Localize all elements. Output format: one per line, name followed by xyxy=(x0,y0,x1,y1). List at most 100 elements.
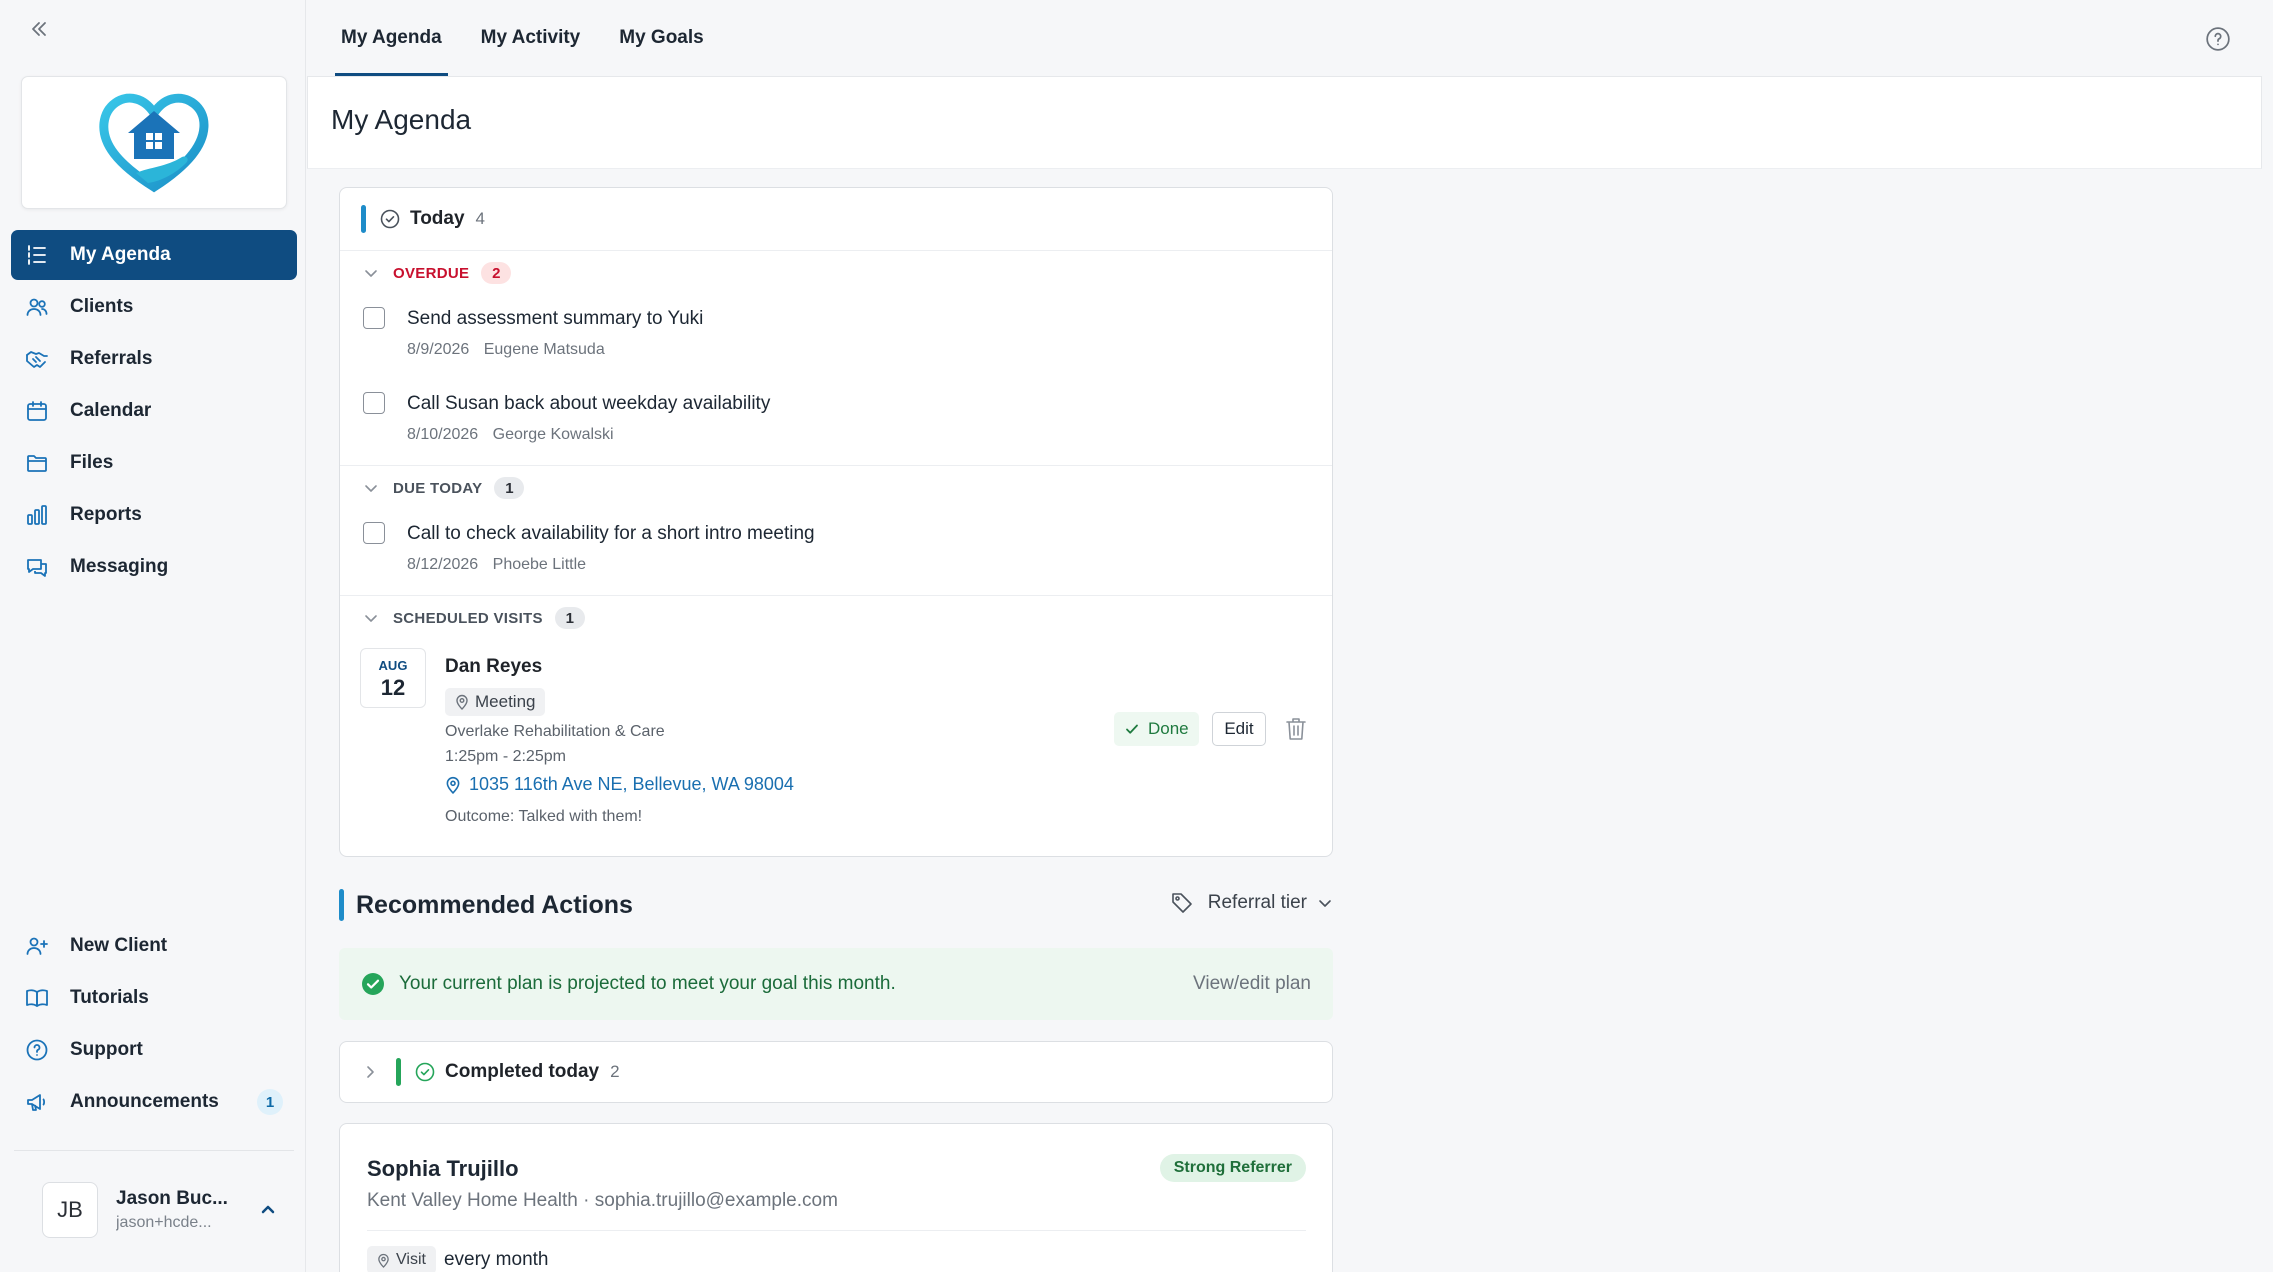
referrer-name[interactable]: Sophia Trujillo xyxy=(367,1156,519,1182)
chevron-right-icon xyxy=(362,1064,378,1080)
chevron-up-icon[interactable] xyxy=(260,1202,276,1218)
user-name: Jason Buc... xyxy=(116,1188,228,1209)
task-title[interactable]: Send assessment summary to Yuki xyxy=(407,308,703,330)
location-pin-icon xyxy=(445,776,469,794)
tab-my-goals[interactable]: My Goals xyxy=(619,0,703,76)
visit-type-tag: Meeting xyxy=(445,688,546,716)
plan-status-banner: Your current plan is projected to meet y… xyxy=(339,948,1333,1020)
referral-tier-label: Referral tier xyxy=(1207,892,1307,913)
task-item: Call to check availability for a short i… xyxy=(340,510,1332,595)
accent-bar xyxy=(361,205,366,233)
main-nav: My Agenda Clients Referrals Calendar Fil… xyxy=(11,230,297,594)
edit-button[interactable]: Edit xyxy=(1212,712,1266,746)
visit-address: 1035 116th Ave NE, Bellevue, WA 98004 xyxy=(469,774,794,794)
location-pin-icon xyxy=(455,694,475,710)
user-plus-icon xyxy=(23,932,51,960)
task-meta: 8/12/2026 Phoebe Little xyxy=(407,556,586,574)
visit-name[interactable]: Dan Reyes xyxy=(445,656,542,678)
user-email: jason+hcde... xyxy=(116,1214,212,1231)
folder-icon xyxy=(23,449,51,477)
location-pin-icon xyxy=(377,1253,396,1268)
visit-month: AUG xyxy=(378,658,408,673)
nav-label: Clients xyxy=(70,296,134,317)
task-date: 8/10/2026 xyxy=(407,426,479,443)
referrer-visit-recommendation: Visit every month xyxy=(367,1246,548,1272)
today-header: Today 4 xyxy=(340,188,1332,251)
nav-label: Messaging xyxy=(70,556,169,577)
visit-tag: Visit xyxy=(367,1246,436,1272)
tab-my-agenda[interactable]: My Agenda xyxy=(335,0,448,76)
visit-item: AUG 12 Dan Reyes Meeting Overlake Rehabi… xyxy=(340,640,1332,840)
nav-item-support[interactable]: Support xyxy=(11,1025,297,1075)
nav-item-referrals[interactable]: Referrals xyxy=(11,334,297,384)
nav-item-messaging[interactable]: Messaging xyxy=(11,542,297,592)
scheduled-visits-label: SCHEDULED VISITS xyxy=(393,609,543,627)
check-circle-icon xyxy=(380,209,400,229)
nav-label: Calendar xyxy=(70,400,152,421)
task-item: Call Susan back about weekday availabili… xyxy=(340,380,1332,465)
recommended-actions-title: Recommended Actions xyxy=(356,890,633,919)
scheduled-visits-count: 1 xyxy=(554,607,585,629)
completed-today-count: 2 xyxy=(610,1062,620,1081)
visit-organization: Overlake Rehabilitation & Care xyxy=(445,723,665,740)
chat-icon xyxy=(23,553,51,581)
nav-label: Tutorials xyxy=(70,987,149,1008)
nav-item-files[interactable]: Files xyxy=(11,438,297,488)
book-icon xyxy=(23,984,51,1012)
divider xyxy=(367,1230,1306,1231)
task-date: 8/12/2026 xyxy=(407,556,479,573)
collapse-sidebar-icon[interactable] xyxy=(26,16,52,42)
visit-address-link[interactable]: 1035 116th Ave NE, Bellevue, WA 98004 xyxy=(445,774,794,795)
agenda-list-icon xyxy=(23,241,51,269)
visit-outcome: Outcome: Talked with them! xyxy=(445,808,643,825)
top-tabs: My Agenda My Activity My Goals xyxy=(306,0,708,76)
overdue-group-toggle[interactable]: OVERDUE 2 xyxy=(340,251,1332,295)
chevron-down-icon xyxy=(1317,895,1333,911)
tag-icon xyxy=(1170,891,1194,915)
view-edit-plan-link[interactable]: View/edit plan xyxy=(1193,973,1311,995)
nav-item-my-agenda[interactable]: My Agenda xyxy=(11,230,297,280)
today-card: Today 4 OVERDUE 2 Send assessment summar… xyxy=(339,187,1333,857)
scheduled-visits-group-toggle[interactable]: SCHEDULED VISITS 1 xyxy=(340,596,1332,640)
nav-item-new-client[interactable]: New Client xyxy=(11,921,297,971)
task-title[interactable]: Call to check availability for a short i… xyxy=(407,523,815,545)
due-today-group-toggle[interactable]: DUE TODAY 1 xyxy=(340,466,1332,510)
success-check-icon xyxy=(361,972,385,996)
nav-item-announcements[interactable]: Announcements 1 xyxy=(11,1077,297,1127)
megaphone-icon xyxy=(23,1088,51,1116)
referrer-details: Kent Valley Home Health · sophia.trujill… xyxy=(367,1190,838,1211)
done-button[interactable]: Done xyxy=(1114,712,1199,746)
nav-item-calendar[interactable]: Calendar xyxy=(11,386,297,436)
handshake-icon xyxy=(23,345,51,373)
visit-type: Meeting xyxy=(475,692,536,711)
task-checkbox[interactable] xyxy=(363,392,385,414)
overdue-count: 2 xyxy=(481,262,512,284)
overdue-label: OVERDUE xyxy=(393,264,470,282)
nav-item-reports[interactable]: Reports xyxy=(11,490,297,540)
task-checkbox[interactable] xyxy=(363,522,385,544)
due-today-label: DUE TODAY xyxy=(393,479,483,497)
accent-bar xyxy=(396,1058,401,1086)
plan-status-message: Your current plan is projected to meet y… xyxy=(399,973,896,994)
task-meta: 8/9/2026 Eugene Matsuda xyxy=(407,341,605,359)
nav-item-clients[interactable]: Clients xyxy=(11,282,297,332)
completed-today-toggle[interactable]: Completed today 2 xyxy=(339,1041,1333,1103)
done-label: Done xyxy=(1148,719,1189,738)
logo xyxy=(21,76,287,209)
page-title: My Agenda xyxy=(331,104,472,135)
nav-label: Reports xyxy=(70,504,142,525)
task-title[interactable]: Call Susan back about weekday availabili… xyxy=(407,393,770,415)
referrer-card: Sophia Trujillo Kent Valley Home Health … xyxy=(339,1123,1333,1272)
tab-my-activity[interactable]: My Activity xyxy=(481,0,581,76)
help-icon[interactable] xyxy=(2205,26,2231,52)
user-menu[interactable]: JB Jason Buc... jason+hcde... xyxy=(42,1182,282,1238)
visit-date-badge: AUG 12 xyxy=(360,648,426,708)
check-circle-icon xyxy=(415,1062,435,1082)
trash-icon[interactable] xyxy=(1284,716,1310,742)
referral-tier-dropdown[interactable]: Referral tier xyxy=(1170,891,1333,915)
secondary-nav: New Client Tutorials Support Announcemen… xyxy=(11,921,297,1129)
task-person: Eugene Matsuda xyxy=(483,341,605,358)
nav-item-tutorials[interactable]: Tutorials xyxy=(11,973,297,1023)
chevron-down-icon xyxy=(363,480,379,496)
task-checkbox[interactable] xyxy=(363,307,385,329)
